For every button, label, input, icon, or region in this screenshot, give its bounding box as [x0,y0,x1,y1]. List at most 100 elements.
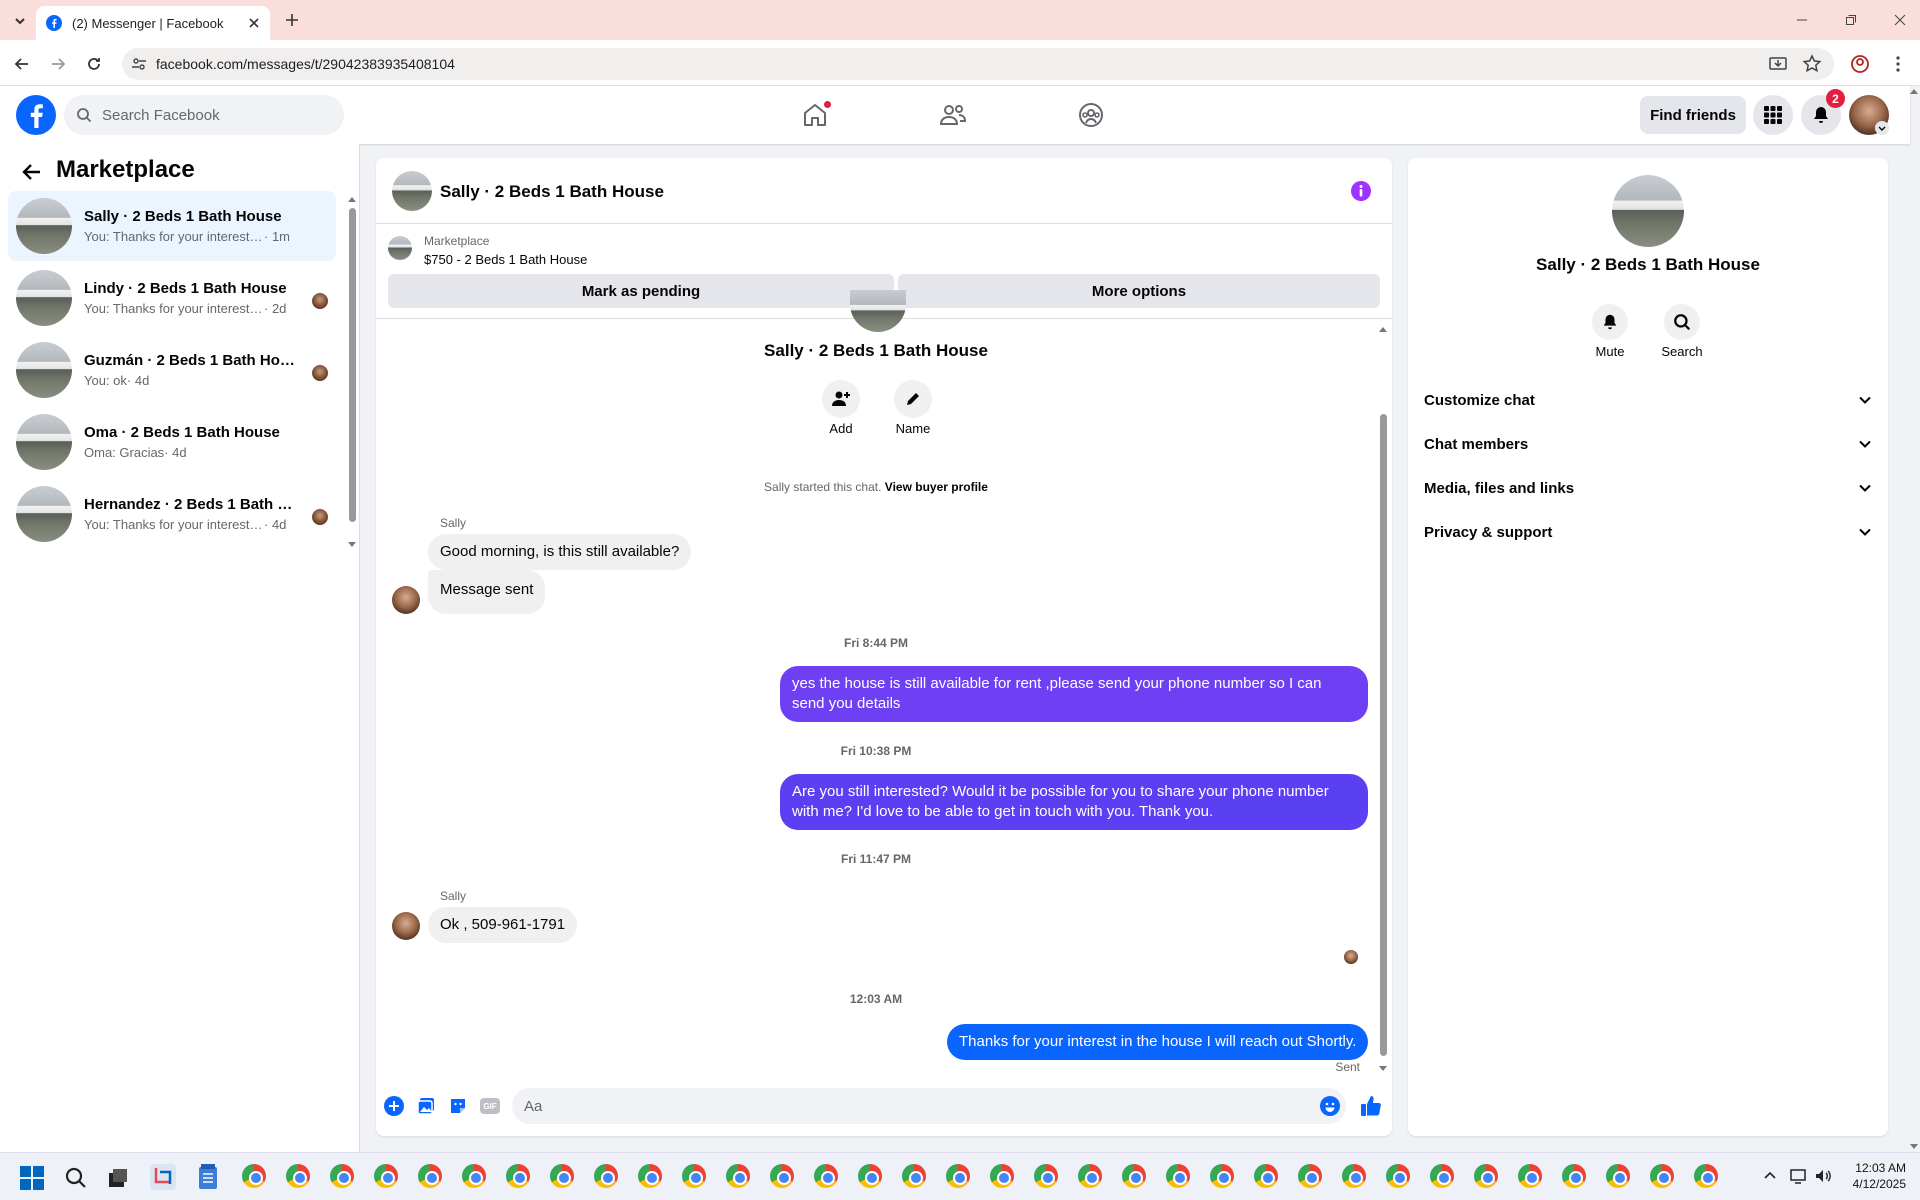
bookmark-star-icon[interactable] [1802,54,1822,74]
facebook-logo-icon[interactable] [16,95,56,135]
chrome-icon[interactable] [286,1164,310,1188]
chrome-icon[interactable] [1210,1164,1234,1188]
outgoing-message[interactable]: yes the house is still available for ren… [780,666,1368,722]
chat-title[interactable]: Sally · 2 Beds 1 Bath House [440,182,664,202]
mute-button[interactable] [1592,304,1628,340]
chrome-icon[interactable] [814,1164,838,1188]
chrome-icon[interactable] [1650,1164,1674,1188]
forward-icon[interactable] [48,54,68,74]
conversation-item[interactable]: Lindy · 2 Beds 1 Bath House You: Thanks … [8,263,336,333]
page-scrollbar[interactable] [1908,86,1920,1152]
windows-start-icon[interactable] [20,1166,44,1190]
show-hidden-icons-chevron-icon[interactable] [1762,1168,1778,1184]
volume-icon[interactable] [1814,1168,1832,1184]
conversation-list-scrollbar[interactable] [346,194,358,550]
scrollbar-thumb[interactable] [349,208,356,522]
more-actions-plus-icon[interactable] [384,1096,404,1116]
chrome-icon[interactable] [1078,1164,1102,1188]
new-tab-button[interactable] [282,10,302,30]
outgoing-message[interactable]: Are you still interested? Would it be po… [780,774,1368,830]
conversation-item[interactable]: Sally · 2 Beds 1 Bath House You: Thanks … [8,191,336,261]
chrome-icon[interactable] [726,1164,750,1188]
gif-icon[interactable]: GIF [480,1098,500,1114]
facebook-search-input[interactable]: Search Facebook [64,95,344,135]
conversation-item[interactable]: Hernandez · 2 Beds 1 Bath Ho... You: Tha… [8,479,336,549]
chrome-icon[interactable] [1254,1164,1278,1188]
groups-icon[interactable] [1076,100,1106,130]
chrome-icon[interactable] [550,1164,574,1188]
browser-tab[interactable]: (2) Messenger | Facebook [36,6,270,40]
chrome-icon[interactable] [1606,1164,1630,1188]
chrome-icon[interactable] [462,1164,486,1188]
chrome-icon[interactable] [1474,1164,1498,1188]
chrome-icon[interactable] [1694,1164,1718,1188]
chat-members-section[interactable]: Chat members [1424,422,1872,466]
kebab-menu-icon[interactable] [1888,54,1908,74]
add-people-button[interactable] [822,380,860,418]
chrome-icon[interactable] [638,1164,662,1188]
tab-search-button[interactable] [8,10,32,32]
install-app-icon[interactable] [1768,54,1788,74]
chrome-icon[interactable] [682,1164,706,1188]
chrome-icon[interactable] [1430,1164,1454,1188]
chat-header-avatar[interactable] [392,171,432,211]
outgoing-message[interactable]: Thanks for your interest in the house I … [947,1024,1369,1060]
chrome-icon[interactable] [374,1164,398,1188]
scrollbar-thumb[interactable] [1380,414,1387,1056]
minimize-icon[interactable] [1796,14,1808,26]
chrome-icon[interactable] [1562,1164,1586,1188]
messages-scrollbar[interactable] [1377,324,1389,1074]
conversation-item[interactable]: Oma · 2 Beds 1 Bath House Oma: Gracias · … [8,407,336,477]
clock[interactable]: 12:03 AM 4/12/2025 [1836,1160,1906,1192]
chrome-icon[interactable] [858,1164,882,1188]
chrome-icon[interactable] [594,1164,618,1188]
conversation-item[interactable]: Guzmán · 2 Beds 1 Bath House You: ok · 4d [8,335,336,405]
incoming-message[interactable]: Good morning, is this still available? [428,534,692,570]
chrome-icon[interactable] [330,1164,354,1188]
close-window-icon[interactable] [1894,14,1906,26]
restore-icon[interactable] [1845,14,1857,26]
task-view-icon[interactable] [106,1166,130,1190]
profile-icon[interactable] [1850,54,1870,74]
find-friends-button[interactable]: Find friends [1640,96,1746,134]
view-buyer-profile-link[interactable]: View buyer profile [885,480,988,494]
customize-chat-section[interactable]: Customize chat [1424,378,1872,422]
nav-home[interactable] [800,100,832,130]
chrome-icon[interactable] [1518,1164,1542,1188]
incoming-message[interactable]: Message sent [428,570,546,614]
chrome-icon[interactable] [902,1164,926,1188]
chrome-icon[interactable] [990,1164,1014,1188]
menu-button[interactable] [1753,95,1793,135]
like-thumbs-up-icon[interactable] [1359,1094,1383,1118]
chrome-icon[interactable] [1298,1164,1322,1188]
listing-title[interactable]: $750 - 2 Beds 1 Bath House [424,252,587,267]
site-info-icon[interactable] [130,55,148,73]
attach-photo-icon[interactable] [416,1096,436,1116]
chrome-icon[interactable] [242,1164,266,1188]
message-input[interactable]: Aa [512,1088,1346,1124]
friends-icon[interactable] [938,100,968,130]
media-files-links-section[interactable]: Media, files and links [1424,466,1872,510]
chrome-icon[interactable] [946,1164,970,1188]
back-icon[interactable] [12,54,32,74]
account-chevron-icon[interactable] [1875,121,1889,135]
privacy-support-section[interactable]: Privacy & support [1424,510,1872,554]
chrome-icon[interactable] [1034,1164,1058,1188]
chrome-icon[interactable] [1166,1164,1190,1188]
more-options-button[interactable]: More options [898,274,1380,308]
snipping-tool-icon[interactable] [150,1164,176,1190]
back-arrow-icon[interactable] [20,160,44,184]
chrome-icon[interactable] [1342,1164,1366,1188]
notepad-icon[interactable] [196,1164,220,1190]
chrome-icon[interactable] [418,1164,442,1188]
network-icon[interactable] [1790,1168,1808,1184]
chrome-icon[interactable] [506,1164,530,1188]
emoji-icon[interactable] [1320,1096,1340,1116]
chrome-icon[interactable] [1386,1164,1410,1188]
address-bar[interactable]: facebook.com/messages/t/2904238393540810… [122,48,1834,80]
taskbar-search-icon[interactable] [64,1166,88,1190]
mark-as-pending-button[interactable]: Mark as pending [388,274,894,308]
edit-name-button[interactable] [894,380,932,418]
info-icon[interactable] [1350,180,1372,202]
incoming-message[interactable]: Ok , 509-961-1791 [428,907,578,943]
